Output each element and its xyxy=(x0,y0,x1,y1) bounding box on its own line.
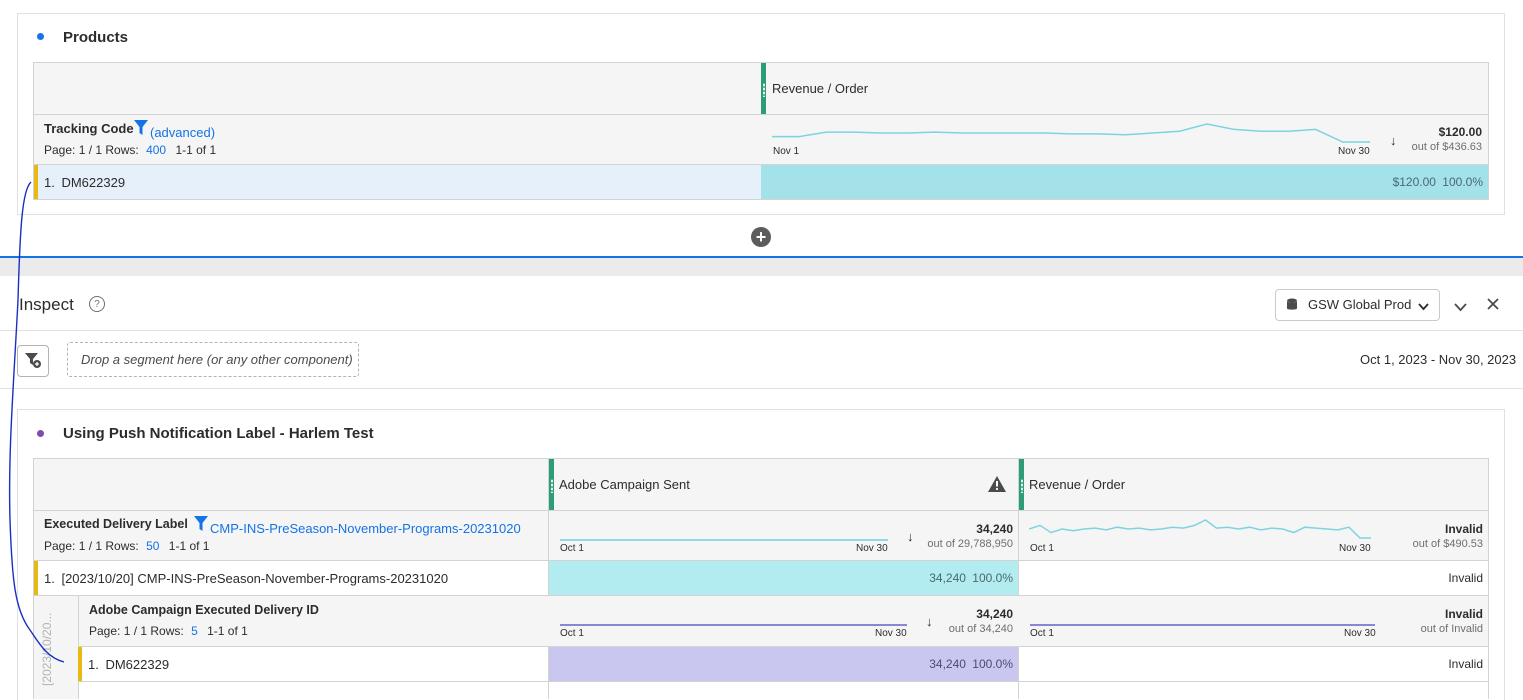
chevron-down-icon xyxy=(1418,299,1429,314)
dimension-name[interactable]: Executed Delivery Label xyxy=(44,517,188,531)
dataview-label: GSW Global Prod xyxy=(1308,297,1412,312)
column-total: Invalid xyxy=(1444,522,1483,536)
rows-select[interactable]: 50 xyxy=(146,539,159,553)
column-total-out-of: out of 34,240 xyxy=(948,623,1013,635)
panel-title: Products xyxy=(63,29,129,46)
sparkline-start: Oct 1 xyxy=(560,628,584,639)
rows-label: Rows: xyxy=(105,539,139,553)
sparkline-end: Nov 30 xyxy=(1338,146,1370,157)
breakdown-dimension-name[interactable]: Adobe Campaign Executed Delivery ID xyxy=(89,603,319,617)
database-icon xyxy=(1286,298,1298,314)
row-pct: 100.0% xyxy=(1442,175,1483,189)
table-row[interactable]: 1. [2023/10/20] CMP-INS-PreSeason-Novemb… xyxy=(34,561,1488,595)
segment-drop-zone[interactable]: Drop a segment here (or any other compon… xyxy=(67,342,359,377)
column-total-out-of: out of $436.63 xyxy=(1411,141,1482,153)
add-segment-button[interactable] xyxy=(17,345,49,377)
metric-header-revenue-order[interactable]: Revenue / Order xyxy=(1029,477,1125,492)
row-pct: 100.0% xyxy=(972,657,1013,671)
column-total: 34,240 xyxy=(976,607,1013,621)
sort-desc-icon[interactable]: ↓ xyxy=(1390,133,1397,148)
column-resize-handle[interactable] xyxy=(761,63,766,114)
metric-header-revenue-order[interactable]: Revenue / Order xyxy=(772,81,868,96)
row-index: 1. xyxy=(44,571,55,586)
plus-icon: + xyxy=(755,227,767,247)
help-icon[interactable]: ? xyxy=(89,296,105,312)
panel-dot xyxy=(37,430,44,437)
filter-icon[interactable] xyxy=(134,120,148,139)
row-value-bar xyxy=(761,165,1488,199)
row-index: 1. xyxy=(44,175,55,190)
row-value: 34,240 xyxy=(929,571,966,585)
filter-link[interactable]: CMP-INS-PreSeason-November-Programs-2023… xyxy=(210,521,521,536)
sparkline-start: Nov 1 xyxy=(773,146,800,157)
page-indicator: Page: 1 / 1 xyxy=(44,143,103,157)
sparkline-end: Nov 30 xyxy=(856,543,888,554)
freeform-table-products: Revenue / Order Tracking Code (advanced)… xyxy=(33,62,1489,200)
sparkline-end: Nov 30 xyxy=(1339,543,1371,554)
row-label[interactable]: DM622329 xyxy=(61,175,125,190)
warning-icon[interactable] xyxy=(988,476,1006,495)
rows-label: Rows: xyxy=(150,624,184,638)
column-total: 34,240 xyxy=(976,522,1013,536)
sparkline-path xyxy=(1029,519,1371,539)
panel-dot xyxy=(37,33,44,40)
row-value: 34,240 xyxy=(929,657,966,671)
column-total-out-of: out of Invalid xyxy=(1420,623,1483,635)
segment-filter-icon xyxy=(24,351,42,372)
sparkline xyxy=(1029,519,1371,539)
rows-label: Rows: xyxy=(105,143,139,157)
sparkline xyxy=(560,624,907,626)
row-value-2: Invalid xyxy=(1448,657,1483,671)
range-indicator: 1-1 of 1 xyxy=(175,143,217,157)
breakdown-side-gutter: [2023/10/20... xyxy=(34,596,78,699)
rows-select[interactable]: 5 xyxy=(191,624,198,638)
drop-zone-placeholder: Drop a segment here (or any other compon… xyxy=(81,352,353,367)
table-row[interactable]: 1. DM622329 $120.00 100.0% xyxy=(34,165,1488,199)
filter-link[interactable]: (advanced) xyxy=(150,125,215,140)
sparkline-end: Nov 30 xyxy=(1344,628,1376,639)
freeform-table-push: Adobe Campaign Sent Revenue / Order Exec… xyxy=(33,458,1489,699)
section-gap xyxy=(0,258,1523,276)
table-row[interactable]: 1. DM622329 34,240 100.0% Invalid xyxy=(78,647,1488,681)
sparkline xyxy=(772,123,1370,143)
dataview-selector[interactable]: GSW Global Prod xyxy=(1275,289,1440,321)
sparkline-path xyxy=(772,123,1370,143)
range-indicator: 1-1 of 1 xyxy=(207,624,248,638)
page-indicator: Page: 1 / 1 xyxy=(89,624,148,638)
collapse-chevron-icon[interactable] xyxy=(1454,300,1467,315)
close-icon[interactable] xyxy=(1487,298,1499,313)
date-range[interactable]: Oct 1, 2023 - Nov 30, 2023 xyxy=(1360,352,1516,367)
column-total-out-of: out of $490.53 xyxy=(1412,538,1483,550)
metric-header-campaign-sent[interactable]: Adobe Campaign Sent xyxy=(559,477,690,492)
panel-title: Using Push Notification Label - Harlem T… xyxy=(63,425,374,442)
breakdown-side-label: [2023/10/20... xyxy=(40,612,54,686)
column-total-out-of: out of 29,788,950 xyxy=(927,538,1013,550)
row-index: 1. xyxy=(88,657,99,672)
column-resize-handle[interactable] xyxy=(1019,459,1024,510)
sparkline xyxy=(560,539,888,541)
sparkline-start: Oct 1 xyxy=(1030,543,1054,554)
filter-icon[interactable] xyxy=(194,516,208,535)
row-label[interactable]: [2023/10/20] CMP-INS-PreSeason-November-… xyxy=(61,571,448,586)
add-visualization-button[interactable]: + xyxy=(751,227,771,247)
column-total: Invalid xyxy=(1444,607,1483,621)
dimension-name[interactable]: Tracking Code xyxy=(44,121,134,136)
range-indicator: 1-1 of 1 xyxy=(168,539,210,553)
rows-select[interactable]: 400 xyxy=(146,143,166,157)
row-pct: 100.0% xyxy=(972,571,1013,585)
inspect-title: Inspect xyxy=(19,295,74,314)
row-label[interactable]: DM622329 xyxy=(105,657,169,672)
sparkline xyxy=(1030,624,1375,626)
column-resize-handle[interactable] xyxy=(549,459,554,510)
sparkline-start: Oct 1 xyxy=(1030,628,1054,639)
column-total: $120.00 xyxy=(1438,125,1482,139)
row-value-2: Invalid xyxy=(1448,571,1483,585)
sparkline-start: Oct 1 xyxy=(560,543,584,554)
row-value: $120.00 xyxy=(1392,175,1436,189)
page-indicator: Page: 1 / 1 xyxy=(44,539,103,553)
